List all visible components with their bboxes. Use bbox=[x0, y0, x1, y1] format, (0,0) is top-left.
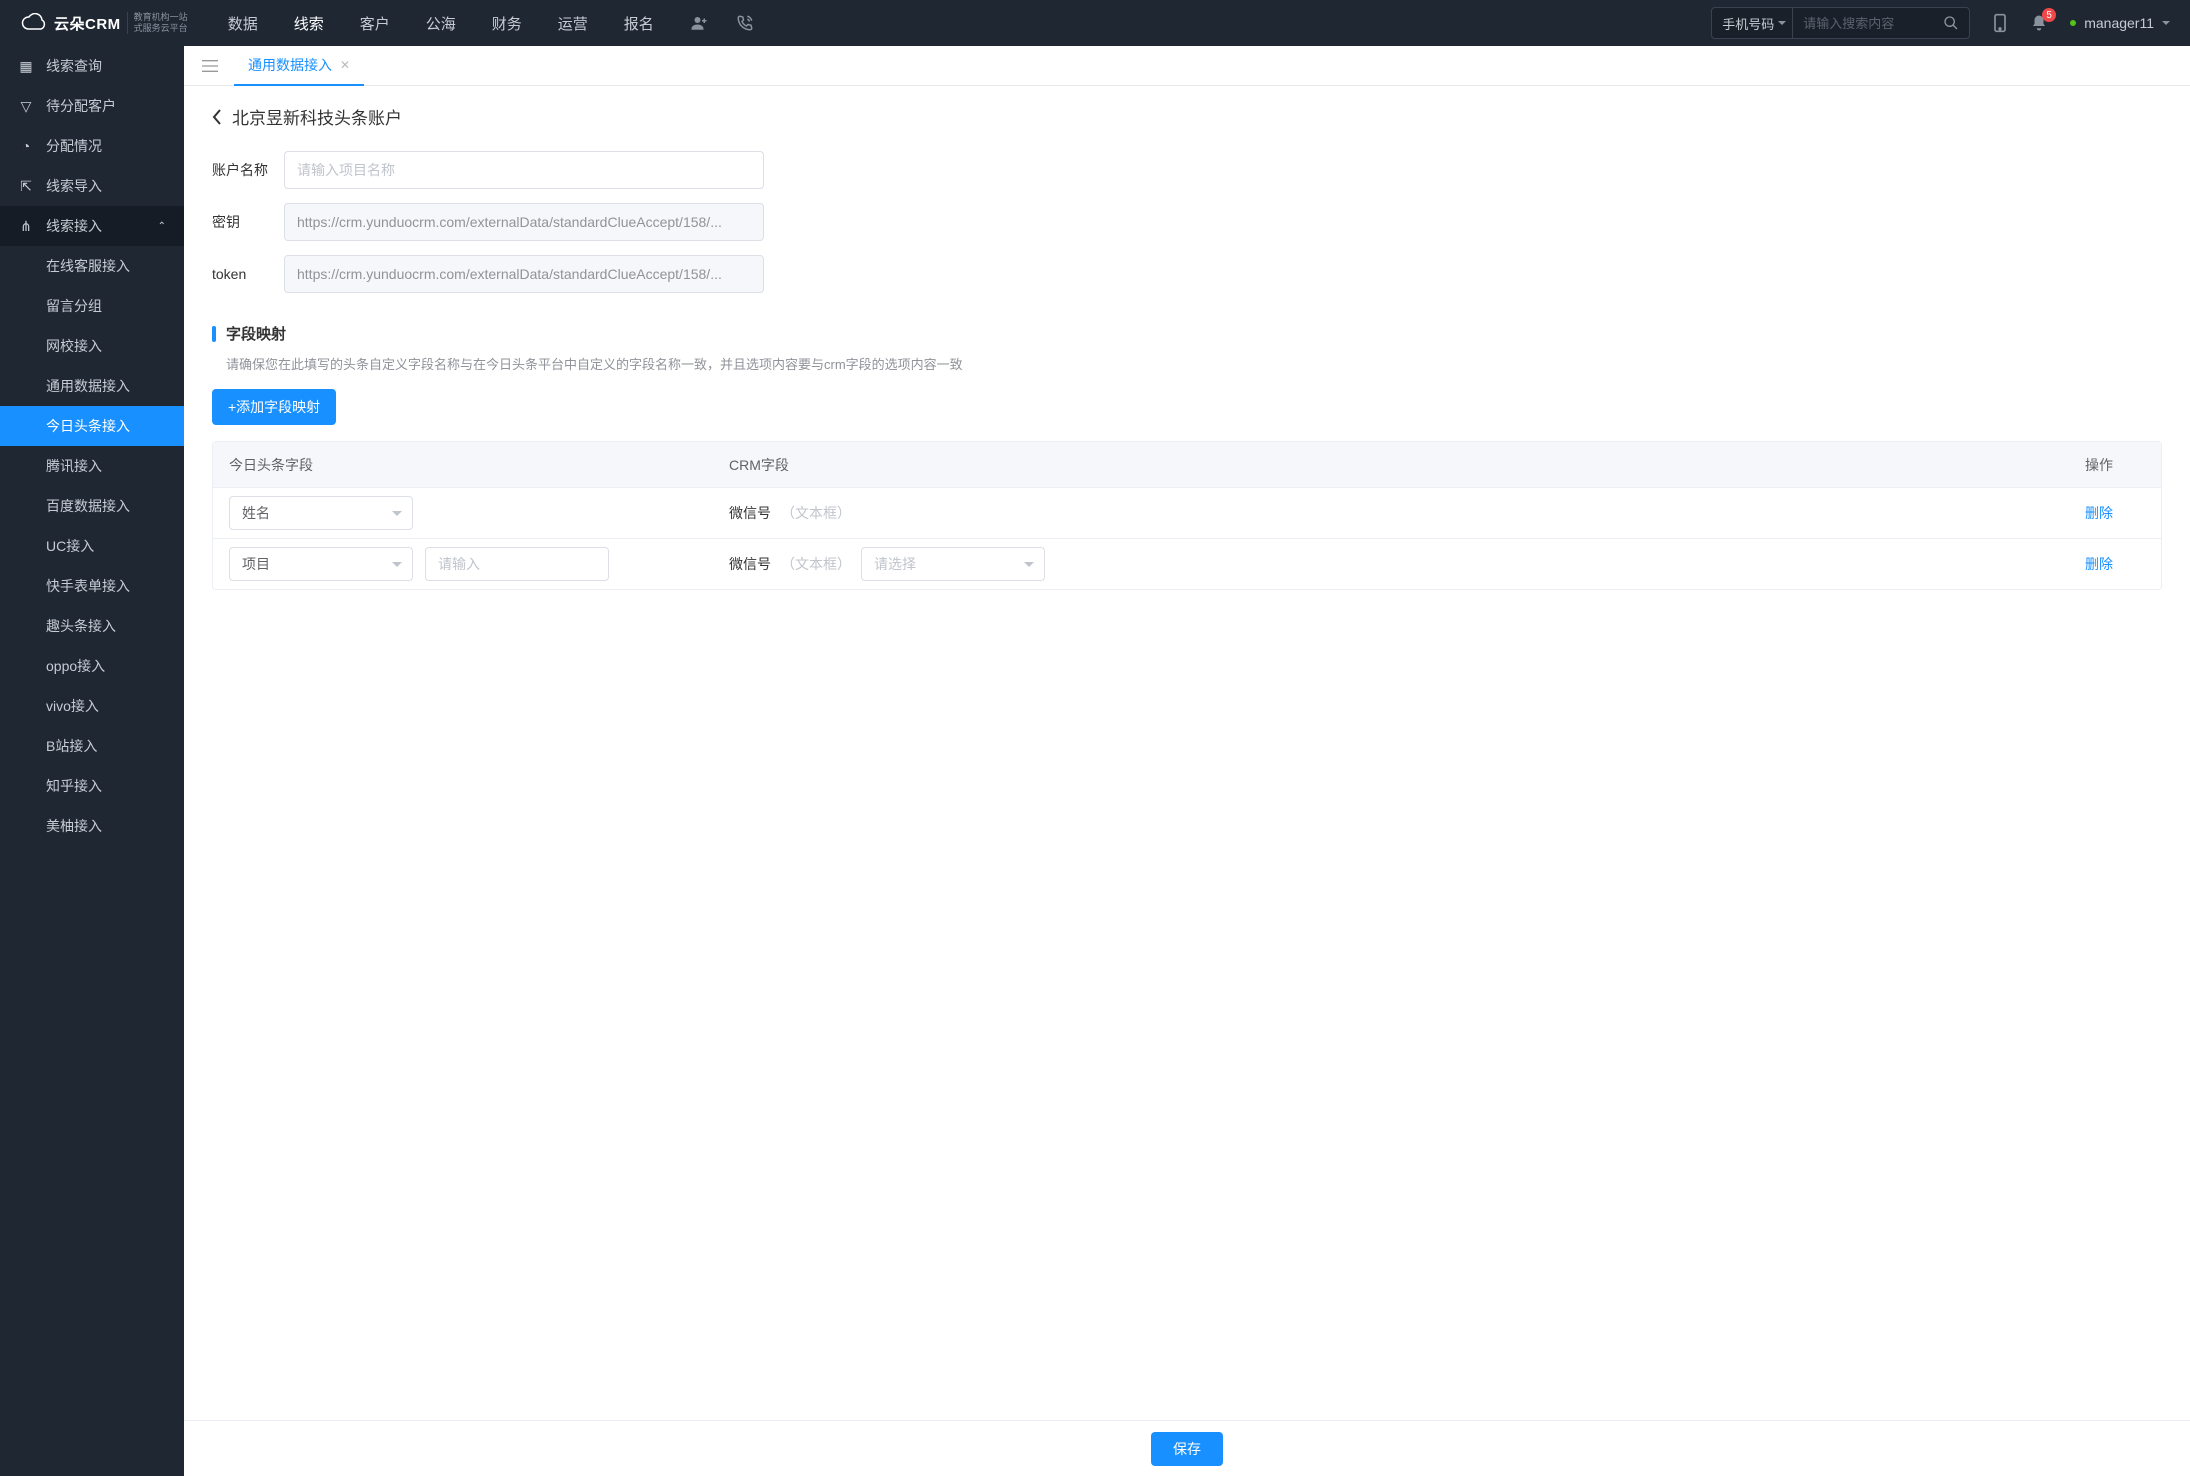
source-field-select[interactable]: 姓名 bbox=[229, 496, 413, 530]
source-field-select[interactable]: 项目 bbox=[229, 547, 413, 581]
account-name-input[interactable] bbox=[284, 151, 764, 189]
add-mapping-button[interactable]: +添加字段映射 bbox=[212, 389, 336, 425]
sidebar-sub-item[interactable]: 美柚接入 bbox=[0, 806, 184, 846]
section-desc: 请确保您在此填写的头条自定义字段名称与在今日头条平台中自定义的字段名称一致，并且… bbox=[212, 354, 2162, 373]
sidebar-icon: ⇱ bbox=[18, 178, 34, 195]
back-icon[interactable] bbox=[212, 109, 222, 125]
mapping-table: 今日头条字段 CRM字段 操作 姓名微信号（文本框）删除项目微信号（文本框）请选… bbox=[212, 441, 2162, 590]
token-label: token bbox=[212, 266, 284, 282]
sidebar-icon: ▦ bbox=[18, 58, 34, 75]
caret-down-icon bbox=[2162, 21, 2170, 29]
th-crm-field: CRM字段 bbox=[729, 455, 2085, 475]
status-dot-icon bbox=[2070, 20, 2076, 26]
sidebar-sub-item[interactable]: 网校接入 bbox=[0, 326, 184, 366]
source-value-input[interactable] bbox=[425, 547, 609, 581]
nav-item[interactable]: 客户 bbox=[360, 13, 390, 34]
sidebar-icon: ⋔ bbox=[18, 218, 34, 235]
crm-field-type: （文本框） bbox=[781, 554, 851, 574]
sidebar-item[interactable]: ▽待分配客户 bbox=[0, 86, 184, 126]
close-tab-icon[interactable]: ✕ bbox=[340, 58, 350, 72]
nav-item[interactable]: 公海 bbox=[426, 13, 456, 34]
crm-field-label: 微信号 bbox=[729, 503, 771, 523]
account-name-label: 账户名称 bbox=[212, 160, 284, 180]
sidebar-sub-item[interactable]: 快手表单接入 bbox=[0, 566, 184, 606]
username: manager11 bbox=[2084, 15, 2154, 31]
delete-button[interactable]: 删除 bbox=[2085, 556, 2113, 572]
notification-badge: 5 bbox=[2042, 8, 2056, 22]
sidebar-item[interactable]: ◔分配情况 bbox=[0, 126, 184, 166]
nav-item[interactable]: 运营 bbox=[558, 13, 588, 34]
search-box: 手机号码 bbox=[1711, 7, 1970, 39]
nav-item[interactable]: 财务 bbox=[492, 13, 522, 34]
tab-bar: 通用数据接入 ✕ bbox=[184, 46, 2190, 86]
nav-item[interactable]: 数据 bbox=[228, 13, 258, 34]
main-area: 通用数据接入 ✕ 北京昱新科技头条账户 账户名称 密钥 token bbox=[184, 46, 2190, 1476]
phone-call-icon[interactable] bbox=[736, 14, 754, 32]
sidebar-sub-item[interactable]: UC接入 bbox=[0, 526, 184, 566]
search-type-select[interactable]: 手机号码 bbox=[1712, 8, 1793, 38]
sidebar-sub-item[interactable]: 今日头条接入 bbox=[0, 406, 184, 446]
th-source-field: 今日头条字段 bbox=[229, 455, 729, 475]
secret-label: 密钥 bbox=[212, 212, 284, 232]
bell-icon[interactable]: 5 bbox=[2030, 14, 2048, 32]
sidebar-item[interactable]: ▦线索查询 bbox=[0, 46, 184, 86]
logo[interactable]: 云朵CRM 教育机构一站式服务云平台 bbox=[20, 9, 188, 37]
logo-text: 云朵CRM bbox=[54, 13, 121, 34]
save-button[interactable]: 保存 bbox=[1151, 1432, 1223, 1466]
token-input[interactable] bbox=[284, 255, 764, 293]
search-input[interactable] bbox=[1793, 16, 1933, 31]
section-title: 字段映射 bbox=[212, 323, 2162, 344]
sidebar-sub-item[interactable]: 趣头条接入 bbox=[0, 606, 184, 646]
sidebar-sub-item[interactable]: 腾讯接入 bbox=[0, 446, 184, 486]
sidebar-sub-item[interactable]: oppo接入 bbox=[0, 646, 184, 686]
user-menu[interactable]: manager11 bbox=[2070, 15, 2170, 31]
sidebar-sub-item[interactable]: vivo接入 bbox=[0, 686, 184, 726]
table-row: 姓名 微信号 （文本框） 删除 bbox=[213, 488, 2161, 539]
sidebar-sub-item[interactable]: 留言分组 bbox=[0, 286, 184, 326]
delete-button[interactable]: 删除 bbox=[2085, 505, 2113, 521]
collapse-tabs-icon[interactable] bbox=[194, 59, 226, 73]
table-row: 项目 微信号 （文本框） 请选择 删除 bbox=[213, 539, 2161, 589]
breadcrumb: 北京昱新科技头条账户 bbox=[212, 104, 2162, 129]
chevron-up-icon: ⌃ bbox=[158, 221, 166, 232]
sidebar: ▦线索查询▽待分配客户◔分配情况⇱线索导入⋔线索接入⌃在线客服接入留言分组网校接… bbox=[0, 46, 184, 1476]
cloud-logo-icon bbox=[20, 9, 48, 37]
user-add-icon[interactable] bbox=[690, 14, 708, 32]
sidebar-icon: ◔ bbox=[18, 138, 34, 154]
sidebar-sub-item[interactable]: 通用数据接入 bbox=[0, 366, 184, 406]
tab-active[interactable]: 通用数据接入 ✕ bbox=[234, 46, 364, 86]
sidebar-sub-item[interactable]: 百度数据接入 bbox=[0, 486, 184, 526]
sidebar-sub-item[interactable]: B站接入 bbox=[0, 726, 184, 766]
header-right: 手机号码 5 manager11 bbox=[1711, 7, 2170, 39]
crm-value-select[interactable]: 请选择 bbox=[861, 547, 1045, 581]
sidebar-item[interactable]: ⇱线索导入 bbox=[0, 166, 184, 206]
footer-bar: 保存 bbox=[184, 1420, 2190, 1476]
sidebar-sub-item[interactable]: 知乎接入 bbox=[0, 766, 184, 806]
th-action: 操作 bbox=[2085, 455, 2145, 475]
page-title: 北京昱新科技头条账户 bbox=[232, 104, 402, 129]
nav-extra-icons bbox=[690, 14, 754, 32]
tab-label: 通用数据接入 bbox=[248, 55, 332, 75]
crm-field-label: 微信号 bbox=[729, 554, 771, 574]
logo-subtitle: 教育机构一站式服务云平台 bbox=[127, 12, 188, 34]
sidebar-icon: ▽ bbox=[18, 98, 34, 115]
table-header: 今日头条字段 CRM字段 操作 bbox=[213, 442, 2161, 488]
crm-field-type: （文本框） bbox=[781, 503, 851, 523]
mobile-icon[interactable] bbox=[1992, 13, 2008, 33]
section-bar-icon bbox=[212, 326, 216, 342]
main-nav: 数据 线索 客户 公海 财务 运营 报名 bbox=[228, 13, 654, 34]
sidebar-item[interactable]: ⋔线索接入⌃ bbox=[0, 206, 184, 246]
search-button[interactable] bbox=[1933, 15, 1969, 31]
secret-input[interactable] bbox=[284, 203, 764, 241]
nav-item[interactable]: 报名 bbox=[624, 13, 654, 34]
page-content: 北京昱新科技头条账户 账户名称 密钥 token 字段映射 请确保您在此填写的头… bbox=[184, 86, 2190, 1476]
nav-item[interactable]: 线索 bbox=[294, 13, 324, 34]
sidebar-sub-item[interactable]: 在线客服接入 bbox=[0, 246, 184, 286]
top-header: 云朵CRM 教育机构一站式服务云平台 数据 线索 客户 公海 财务 运营 报名 手机号码 5 bbox=[0, 0, 2190, 46]
